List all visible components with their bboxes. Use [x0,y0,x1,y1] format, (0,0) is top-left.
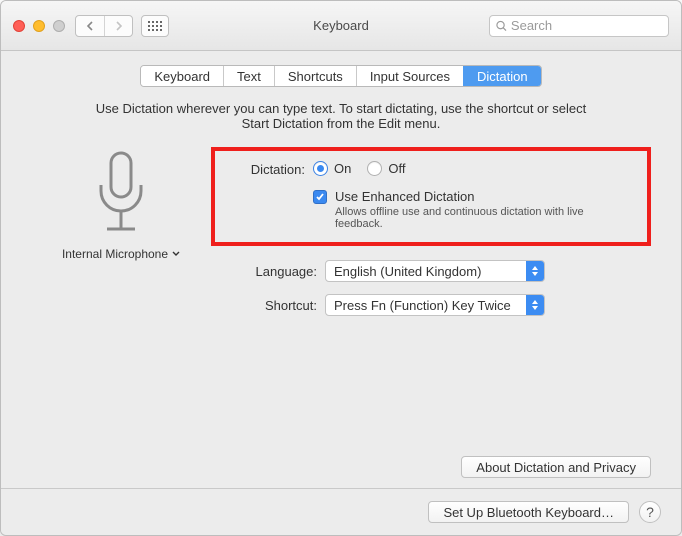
content: Use Dictation wherever you can type text… [1,97,681,316]
about-dictation-privacy-button[interactable]: About Dictation and Privacy [461,456,651,478]
enhanced-sub: Allows offline use and continuous dictat… [335,206,633,230]
forward-button[interactable] [104,16,132,36]
zoom-button[interactable] [53,20,65,32]
traffic-lights [13,20,65,32]
language-value: English (United Kingdom) [334,264,481,279]
shortcut-value: Press Fn (Function) Key Twice [334,298,511,313]
shortcut-label: Shortcut: [211,298,325,313]
chevron-down-icon [172,251,180,257]
preferences-window: Keyboard Keyboard Text Shortcuts Input S… [0,0,682,536]
enhanced-label: Use Enhanced Dictation [335,189,633,204]
select-arrows-icon [526,295,544,315]
microphone-label: Internal Microphone [62,247,168,261]
footer: Set Up Bluetooth Keyboard… ? [1,488,681,535]
nav-buttons [75,15,133,37]
language-label: Language: [211,264,325,279]
language-select[interactable]: English (United Kingdom) [325,260,545,282]
tab-keyboard[interactable]: Keyboard [141,66,223,86]
tab-shortcuts[interactable]: Shortcuts [274,66,356,86]
tabs-row: Keyboard Text Shortcuts Input Sources Di… [1,51,681,97]
dictation-radio-group: On Off [313,161,633,176]
search-field-wrap[interactable] [489,15,669,37]
tabs: Keyboard Text Shortcuts Input Sources Di… [140,65,541,87]
show-all-button[interactable] [141,15,169,37]
titlebar: Keyboard [1,1,681,51]
close-button[interactable] [13,20,25,32]
dictation-off-label: Off [388,161,405,176]
minimize-button[interactable] [33,20,45,32]
microphone-column: Internal Microphone [31,147,211,316]
select-arrows-icon [526,261,544,281]
shortcut-select[interactable]: Press Fn (Function) Key Twice [325,294,545,316]
main-row: Internal Microphone Dictation: On Off [31,141,651,316]
enhanced-checkbox[interactable] [313,190,327,204]
dictation-highlight: Dictation: On Off Use Enha [211,147,651,246]
microphone-selector[interactable]: Internal Microphone [62,247,180,261]
help-button[interactable]: ? [639,501,661,523]
language-row: Language: English (United Kingdom) [211,260,651,282]
search-input[interactable] [511,18,662,33]
intro-text: Use Dictation wherever you can type text… [31,101,651,141]
shortcut-row: Shortcut: Press Fn (Function) Key Twice [211,294,651,316]
tab-input-sources[interactable]: Input Sources [356,66,463,86]
back-button[interactable] [76,16,104,36]
privacy-row: About Dictation and Privacy [1,456,681,478]
tab-text[interactable]: Text [223,66,274,86]
bluetooth-keyboard-button[interactable]: Set Up Bluetooth Keyboard… [428,501,629,523]
tab-dictation[interactable]: Dictation [463,66,541,86]
microphone-icon [89,151,153,239]
enhanced-row: Use Enhanced Dictation Allows offline us… [229,189,633,230]
dictation-row: Dictation: On Off [229,161,633,177]
search-icon [496,20,507,32]
dictation-off-radio[interactable] [367,161,382,176]
dictation-label: Dictation: [229,161,313,177]
dictation-on-label: On [334,161,351,176]
dictation-on-radio[interactable] [313,161,328,176]
settings-column: Dictation: On Off Use Enha [211,147,651,316]
enhanced-text-group: Use Enhanced Dictation Allows offline us… [335,189,633,230]
